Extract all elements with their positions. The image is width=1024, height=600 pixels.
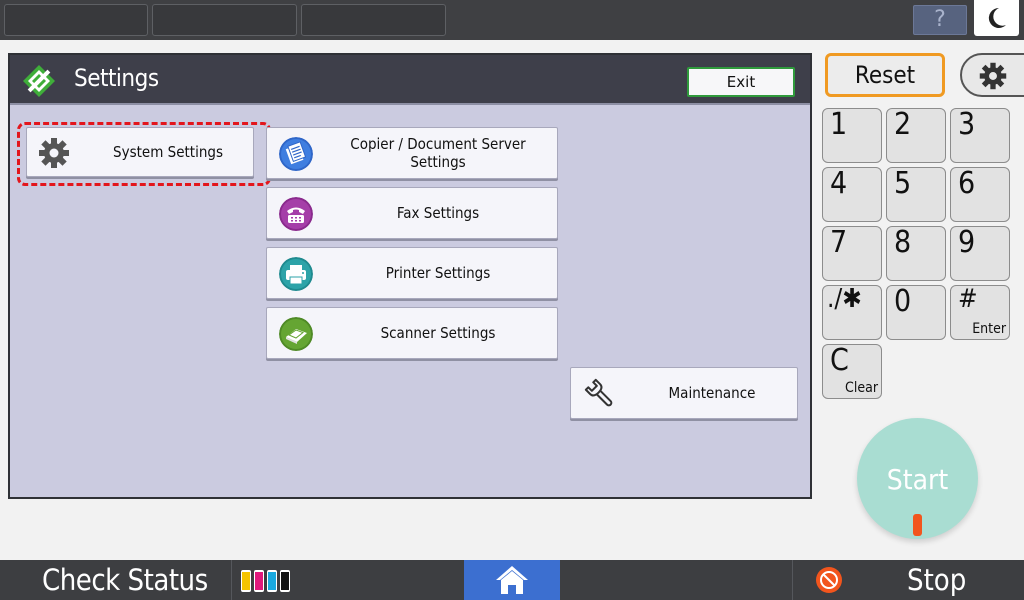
key-label: 9 [958, 225, 976, 260]
printer-settings-label: Printer Settings [385, 264, 491, 282]
bottom-bar: Check Status Stop [0, 560, 1024, 600]
copier-settings-label: Copier / Document Server Settings [350, 135, 526, 171]
key-label: 2 [894, 107, 912, 142]
check-status-button[interactable]: Check Status [0, 560, 232, 600]
fax-settings-button[interactable]: Fax Settings [266, 187, 558, 239]
key-label: # [958, 284, 978, 314]
top-tab-3[interactable] [301, 4, 446, 36]
start-button[interactable]: Start [857, 418, 978, 539]
copier-settings-button[interactable]: Copier / Document Server Settings [266, 127, 558, 179]
settings-panel: Settings Exit System Settings Copier / D… [8, 53, 812, 499]
printer-settings-button[interactable]: Printer Settings [266, 247, 558, 299]
key-sublabel: Enter [972, 321, 1006, 337]
key-label: C [830, 343, 849, 378]
key-1[interactable]: 1 [822, 107, 882, 163]
scanner-icon [279, 317, 313, 351]
energy-saver-button[interactable] [974, 0, 1019, 36]
settings-logo-icon [23, 65, 55, 97]
key-enter[interactable]: # Enter [950, 284, 1010, 340]
key-4[interactable]: 4 [822, 166, 882, 222]
maintenance-button[interactable]: Maintenance [570, 367, 798, 419]
key-label: 3 [958, 107, 976, 142]
key-label: 6 [958, 166, 976, 201]
reset-button[interactable]: Reset [825, 53, 945, 97]
key-dot-star[interactable]: .∕✱ [822, 284, 882, 340]
system-settings-button[interactable]: System Settings [26, 127, 254, 177]
fax-settings-label: Fax Settings [396, 204, 480, 222]
gear-icon [39, 138, 69, 168]
fax-icon [279, 197, 313, 231]
key-label: 8 [894, 225, 912, 260]
stop-button[interactable]: Stop [792, 560, 1024, 600]
stop-icon [816, 567, 842, 593]
top-tab-2[interactable] [152, 4, 297, 36]
top-bar: ? [0, 0, 1024, 40]
wrench-icon [584, 378, 613, 407]
key-label: 5 [894, 166, 912, 201]
exit-button[interactable]: Exit [687, 67, 795, 97]
top-tab-1[interactable] [4, 4, 148, 36]
system-settings-label: System Settings [113, 143, 223, 161]
home-icon [496, 566, 528, 594]
scanner-settings-button[interactable]: Scanner Settings [266, 307, 558, 359]
key-label: 0 [894, 284, 912, 319]
key-label: 4 [830, 166, 848, 201]
start-label: Start [886, 463, 949, 496]
key-label: 1 [830, 107, 848, 142]
gear-icon [979, 62, 1007, 90]
key-8[interactable]: 8 [886, 225, 946, 281]
toner-levels-icon[interactable] [240, 569, 296, 593]
key-label: .∕✱ [827, 284, 862, 314]
printer-icon [279, 257, 313, 291]
copier-document-icon [279, 137, 313, 171]
key-label: 7 [830, 225, 848, 260]
key-0[interactable]: 0 [886, 284, 946, 340]
moon-icon [988, 7, 1006, 28]
key-7[interactable]: 7 [822, 225, 882, 281]
panel-header: Settings Exit [10, 55, 810, 105]
key-3[interactable]: 3 [950, 107, 1010, 163]
key-2[interactable]: 2 [886, 107, 946, 163]
page-title: Settings [74, 64, 159, 92]
key-sublabel: Clear [845, 380, 878, 396]
stop-label: Stop [907, 563, 967, 597]
help-button[interactable]: ? [913, 5, 967, 35]
user-tools-button[interactable] [960, 53, 1024, 97]
key-clear[interactable]: C Clear [822, 343, 882, 399]
key-9[interactable]: 9 [950, 225, 1010, 281]
maintenance-label: Maintenance [668, 384, 756, 402]
start-indicator [913, 514, 922, 536]
scanner-settings-label: Scanner Settings [380, 324, 496, 342]
key-5[interactable]: 5 [886, 166, 946, 222]
home-button[interactable] [464, 560, 560, 600]
key-6[interactable]: 6 [950, 166, 1010, 222]
